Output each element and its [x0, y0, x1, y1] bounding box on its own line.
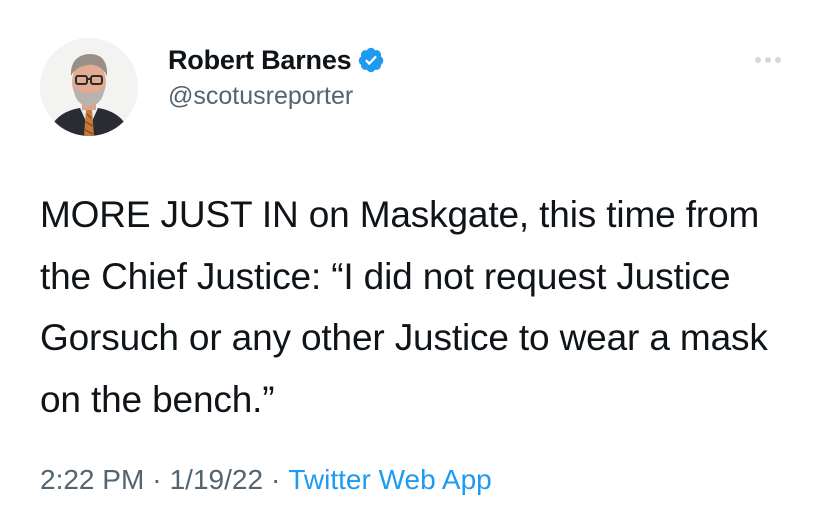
separator: ·	[271, 464, 281, 495]
user-handle[interactable]: @scotusreporter	[168, 82, 385, 111]
more-options-icon[interactable]	[752, 52, 784, 68]
tweet-card: Robert Barnes @scotusreporter MORE JUST …	[0, 0, 828, 524]
name-row: Robert Barnes	[168, 42, 385, 78]
tweet-text: MORE JUST IN on Maskgate, this time from…	[40, 194, 768, 420]
tweet-date[interactable]: 1/19/22	[170, 464, 263, 495]
source-link[interactable]: Twitter Web App	[288, 464, 491, 495]
profile-photo-icon	[40, 38, 138, 136]
tweet-time[interactable]: 2:22 PM	[40, 464, 144, 495]
verified-badge-icon	[357, 46, 385, 74]
tweet-metadata: 2:22 PM · 1/19/22 · Twitter Web App	[40, 464, 492, 496]
separator: ·	[152, 464, 162, 495]
author-block: Robert Barnes @scotusreporter	[168, 42, 385, 111]
avatar[interactable]	[40, 38, 138, 136]
display-name[interactable]: Robert Barnes	[168, 45, 352, 76]
